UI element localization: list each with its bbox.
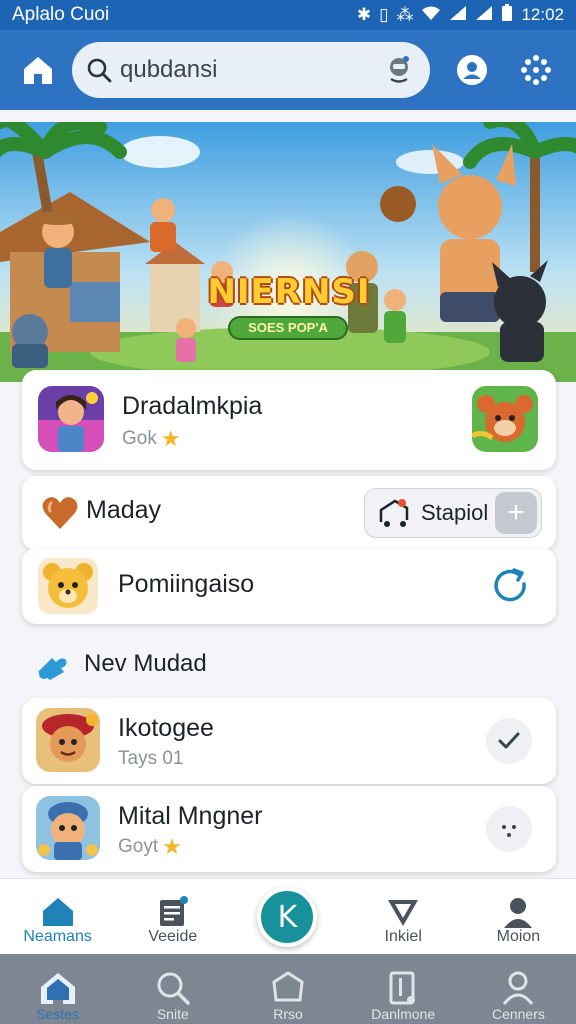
nav-label: Neamans <box>23 928 92 945</box>
wifi-icon <box>421 5 441 26</box>
nav-item-inkiel[interactable]: Inkiel <box>346 879 461 954</box>
nav-item-veeide[interactable]: Veeide <box>115 879 230 954</box>
list-item-title: Maday <box>86 496 162 524</box>
puzzle-icon <box>38 658 67 680</box>
document-icon <box>159 896 188 926</box>
star-icon: ★ <box>160 426 181 451</box>
cart-icon <box>379 499 409 527</box>
list-item-title: Ikotogee <box>118 714 214 742</box>
nav-center: K <box>230 879 345 954</box>
voice-search-button[interactable] <box>382 53 416 87</box>
nav-label: Inkiel <box>384 928 422 945</box>
section-header: Nev Mudad <box>34 646 207 682</box>
battery-icon <box>501 3 513 27</box>
system-nav-rrso[interactable]: Rrso <box>230 954 345 1024</box>
system-nav-label: Snite <box>156 1006 189 1022</box>
person-icon <box>504 898 533 928</box>
status-icons: ✱ ▯ ⁂ 12:02 <box>356 3 564 27</box>
hexagon-icon <box>272 971 304 1002</box>
heart-icon <box>42 497 78 529</box>
search-input[interactable] <box>120 56 370 84</box>
ikotogee-app-icon <box>36 708 100 772</box>
refresh-icon[interactable] <box>488 564 532 608</box>
more-options-button[interactable] <box>486 806 532 852</box>
nfc-icon: ⁂ <box>396 5 414 24</box>
list-item-meta: Goyt ★ <box>118 834 182 860</box>
list-item-mital-mngner[interactable]: Mital Mngner Goyt ★ <box>22 786 556 872</box>
status-bar: Aplalo Cuoi ✱ ▯ ⁂ 12:02 <box>0 0 576 30</box>
nav-item-neamans[interactable]: Neamans <box>0 879 115 954</box>
signal-icon <box>449 5 467 26</box>
tablet-icon <box>389 971 416 1005</box>
system-nav-label: Cenners <box>491 1006 545 1022</box>
banner-subtitle: SOES POP'A <box>228 316 348 340</box>
bottom-navigation: Neamans Veeide K Inkiel Moion <box>0 878 576 954</box>
signal-icon-2 <box>475 5 493 26</box>
featured-app-icon-secondary[interactable] <box>472 386 538 452</box>
home-icon <box>42 898 73 926</box>
system-nav-snite[interactable]: Snite <box>115 954 230 1024</box>
system-nav-cenners[interactable]: Cenners <box>461 954 576 1024</box>
featured-app-icon <box>38 386 104 452</box>
status-time: 12:02 <box>521 5 564 24</box>
account-icon <box>457 55 487 85</box>
assistant-icon <box>390 56 409 83</box>
bluetooth-icon: ✱ <box>356 5 372 24</box>
home-icon <box>40 973 75 1004</box>
banner-illustration <box>0 122 576 382</box>
system-nav-label: Danlmone <box>371 1006 436 1022</box>
home-button[interactable] <box>14 46 62 94</box>
action-label: Stapiol <box>421 500 489 525</box>
face-dots-icon <box>502 825 516 837</box>
status-app-name: Aplalo Cuoi <box>12 4 110 25</box>
list-item-ikotogee[interactable]: Ikotogee Tays 01 <box>22 698 556 784</box>
system-nav-danlmone[interactable]: Danlmone <box>346 954 461 1024</box>
featured-app-title: Dradalmkpia <box>122 392 263 420</box>
add-button[interactable]: + <box>495 492 537 534</box>
center-action-button[interactable]: K <box>257 887 318 947</box>
stapiol-action-button[interactable]: Stapiol + <box>364 488 542 538</box>
dots-grid-icon <box>521 55 551 85</box>
account-button[interactable] <box>448 46 496 94</box>
top-app-bar <box>0 30 576 110</box>
vibrate-icon: ▯ <box>379 5 389 24</box>
search-bar[interactable] <box>72 42 430 98</box>
system-nav-sestes[interactable]: Sestes <box>0 954 115 1024</box>
system-navigation-bar: Sestes Snite Rrso Danlmone Cenners <box>0 954 576 1024</box>
featured-app-subtitle: Gok <box>122 428 157 449</box>
nav-label: Moion <box>496 928 541 945</box>
check-icon <box>498 732 520 749</box>
system-nav-label: Rrso <box>273 1006 303 1022</box>
featured-app-card[interactable]: Dradalmkpia Gok ★ <box>22 370 556 470</box>
search-icon <box>157 972 190 1005</box>
list-item-subtitle: Tays 01 <box>118 748 184 769</box>
system-nav-label: Sestes <box>36 1006 79 1022</box>
nav-label: Veeide <box>148 928 198 945</box>
installed-check-button[interactable] <box>486 718 532 764</box>
section-title: Nev Mudad <box>84 650 207 677</box>
home-icon <box>24 57 52 84</box>
bear-app-icon <box>38 558 98 614</box>
search-icon <box>87 58 112 83</box>
list-item-title: Pomiingaiso <box>118 570 255 598</box>
list-item-pomiingaiso[interactable]: Pomiingaiso <box>22 548 556 624</box>
nav-item-moion[interactable]: Moion <box>461 879 576 954</box>
star-icon: ★ <box>162 834 182 859</box>
mital-app-icon <box>36 796 100 860</box>
person-icon <box>503 971 534 1005</box>
list-item-maday[interactable]: Maday Stapiol + <box>22 476 556 550</box>
banner-title: NIERNSI <box>207 272 371 312</box>
apps-menu-button[interactable] <box>512 46 560 94</box>
promo-banner[interactable]: NIERNSI SOES POP'A <box>0 122 576 382</box>
featured-app-meta: Gok ★ <box>122 426 181 452</box>
send-icon <box>388 900 419 926</box>
list-item-subtitle: Goyt <box>118 836 159 857</box>
list-item-title: Mital Mngner <box>118 802 263 830</box>
